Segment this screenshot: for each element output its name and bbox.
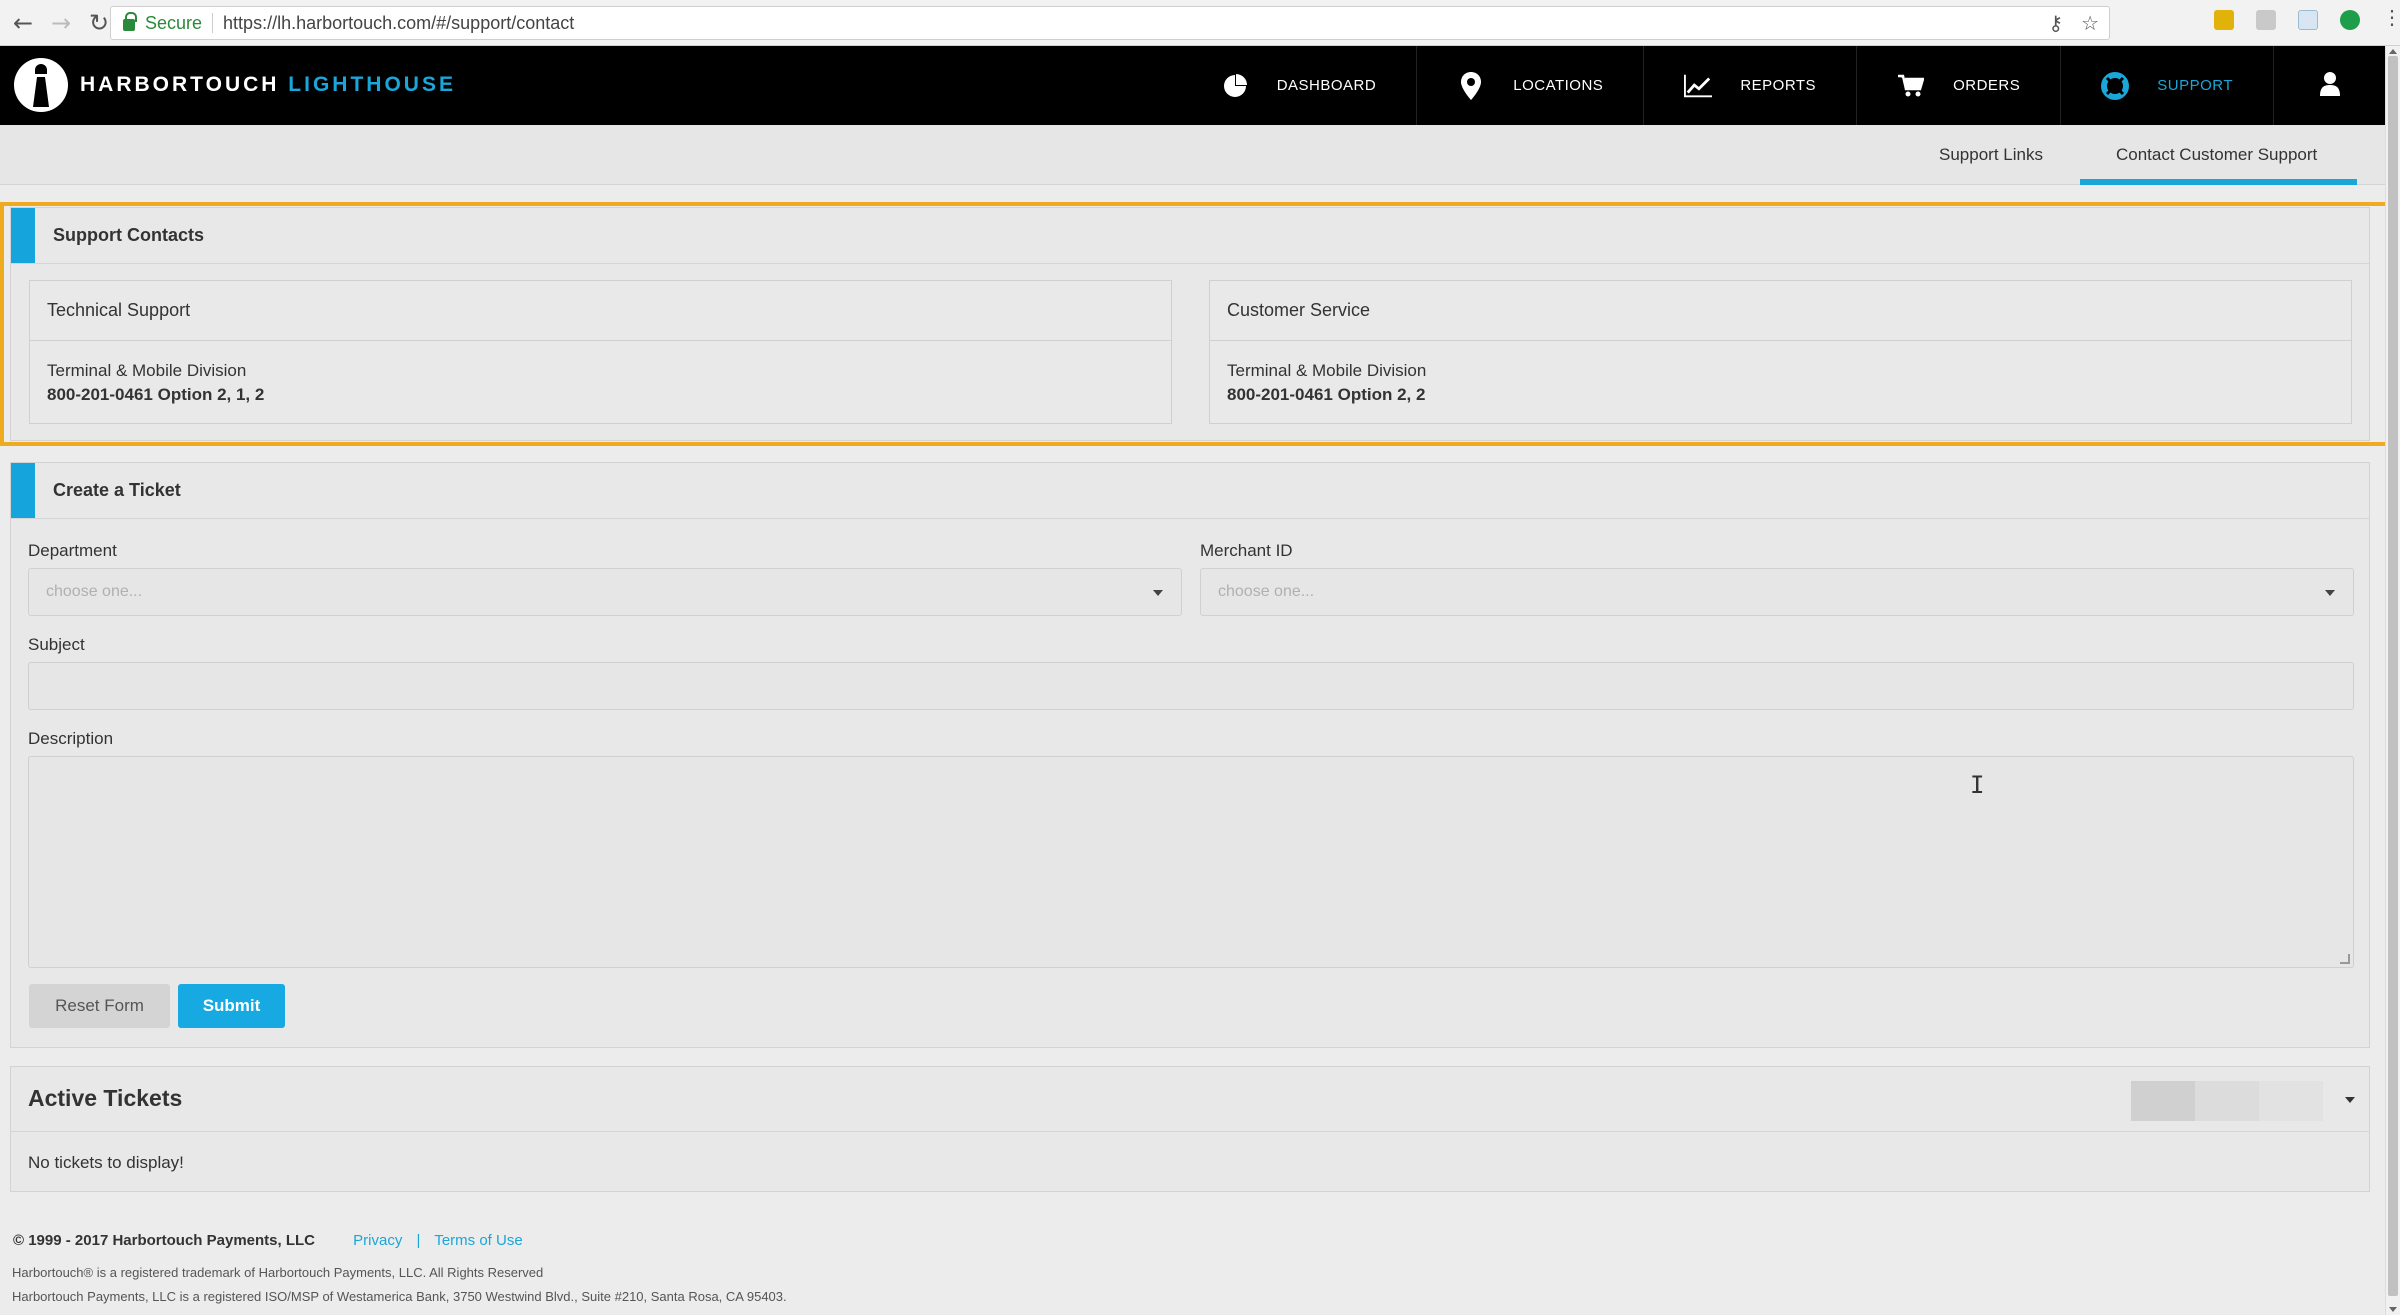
footer: © 1999 - 2017 Harbortouch Payments, LLC … — [13, 1232, 523, 1249]
active-tickets-panel: Active Tickets No tickets to display! — [10, 1066, 2370, 1192]
footer-separator: | — [416, 1232, 421, 1249]
toggle-segment[interactable] — [2259, 1081, 2323, 1121]
subject-label: Subject — [28, 635, 85, 654]
pie-chart-icon — [1221, 72, 1249, 100]
brand-name: HARBORTOUCH LIGHTHOUSE — [80, 73, 456, 96]
nav-orders[interactable]: ORDERS — [1856, 46, 2060, 125]
extension-icon[interactable] — [2298, 10, 2318, 30]
nav-support[interactable]: SUPPORT — [2060, 46, 2273, 125]
scroll-up-icon[interactable] — [2389, 49, 2397, 54]
map-pin-icon — [1457, 71, 1485, 100]
panel-title: Active Tickets — [28, 1085, 183, 1111]
lock-icon — [123, 12, 137, 31]
cart-icon — [1897, 72, 1925, 100]
nav-label: LOCATIONS — [1513, 77, 1604, 94]
browser-toolbar: ← → ↻ Secure https://lh.harbortouch.com/… — [0, 0, 2400, 46]
reset-form-button[interactable]: Reset Form — [29, 984, 170, 1028]
nav-label: SUPPORT — [2157, 77, 2233, 94]
nav-reports[interactable]: REPORTS — [1643, 46, 1856, 125]
address-bar[interactable]: Secure https://lh.harbortouch.com/#/supp… — [110, 6, 2110, 40]
create-ticket-panel: Create a Ticket Department choose one...… — [10, 462, 2370, 1048]
trademark-text: Harbortouch® is a registered trademark o… — [12, 1265, 544, 1280]
back-icon[interactable]: ← — [8, 8, 38, 38]
department-select[interactable]: choose one... — [28, 568, 1182, 616]
merchant-id-select[interactable]: choose one... — [1200, 568, 2354, 616]
nav-locations[interactable]: LOCATIONS — [1416, 46, 1643, 125]
secure-label: Secure — [145, 12, 203, 33]
iso-text: Harbortouch Payments, LLC is a registere… — [12, 1289, 787, 1304]
extension-icon[interactable] — [2256, 10, 2276, 30]
tab-contact-customer-support[interactable]: Contact Customer Support — [2080, 125, 2357, 185]
subject-input[interactable] — [28, 662, 2354, 710]
highlight-frame — [0, 202, 2396, 446]
menu-icon[interactable]: ⋮ — [2382, 8, 2400, 30]
star-icon[interactable]: ☆ — [2081, 11, 2099, 35]
panel-title: Create a Ticket — [53, 480, 181, 500]
line-chart-icon — [1684, 72, 1713, 100]
chevron-down-icon[interactable] — [2345, 1097, 2355, 1103]
divider — [212, 13, 214, 33]
toggle-segment[interactable] — [2195, 1081, 2259, 1121]
user-icon — [2319, 71, 2340, 100]
scroll-down-icon[interactable] — [2389, 1307, 2397, 1312]
submit-button[interactable]: Submit — [178, 984, 285, 1028]
text-cursor-icon: I — [1970, 771, 1985, 799]
description-textarea[interactable] — [28, 756, 2354, 968]
privacy-link[interactable]: Privacy — [353, 1232, 402, 1249]
extension-icon[interactable] — [2340, 10, 2360, 30]
nav-label: ORDERS — [1953, 77, 2021, 94]
resize-handle-icon[interactable] — [2340, 954, 2350, 964]
extension-icon[interactable] — [2214, 10, 2234, 30]
chevron-down-icon — [1153, 590, 1163, 596]
empty-state-text: No tickets to display! — [28, 1153, 184, 1172]
copyright-text: © 1999 - 2017 Harbortouch Payments, LLC — [13, 1232, 315, 1249]
nav-label: DASHBOARD — [1276, 77, 1377, 94]
sub-navigation: Support Links Contact Customer Support — [0, 125, 2385, 185]
main-nav: DASHBOARD LOCATIONS REPORTS ORDERS SUPPO… — [1181, 46, 2385, 125]
url-text[interactable]: https://lh.harbortouch.com/#/support/con… — [223, 13, 574, 34]
toggle-segment[interactable] — [2131, 1081, 2195, 1121]
accent-bar — [11, 463, 35, 518]
panel-header: Create a Ticket — [11, 463, 2369, 519]
merchant-id-placeholder: choose one... — [1218, 583, 1315, 600]
brand-logo[interactable]: HARBORTOUCH LIGHTHOUSE — [14, 58, 456, 112]
forward-icon[interactable]: → — [46, 8, 76, 38]
nav-dashboard[interactable]: DASHBOARD — [1181, 46, 1417, 125]
divider — [11, 1131, 2369, 1132]
user-menu[interactable] — [2273, 46, 2385, 125]
page-scrollbar[interactable] — [2385, 46, 2400, 1315]
nav-label: REPORTS — [1740, 77, 1817, 94]
lifebuoy-icon — [2101, 71, 2130, 100]
merchant-id-label: Merchant ID — [1200, 541, 1293, 560]
department-label: Department — [28, 541, 117, 560]
department-placeholder: choose one... — [46, 583, 143, 600]
chevron-down-icon — [2325, 590, 2335, 596]
terms-link[interactable]: Terms of Use — [434, 1232, 522, 1249]
lighthouse-icon — [14, 58, 68, 112]
app-header: HARBORTOUCH LIGHTHOUSE DASHBOARD LOCATIO… — [0, 46, 2385, 125]
scroll-thumb[interactable] — [2388, 56, 2398, 1296]
key-icon[interactable]: ⚷ — [2048, 11, 2063, 35]
tab-support-links[interactable]: Support Links — [1903, 125, 2079, 185]
description-label: Description — [28, 729, 114, 748]
